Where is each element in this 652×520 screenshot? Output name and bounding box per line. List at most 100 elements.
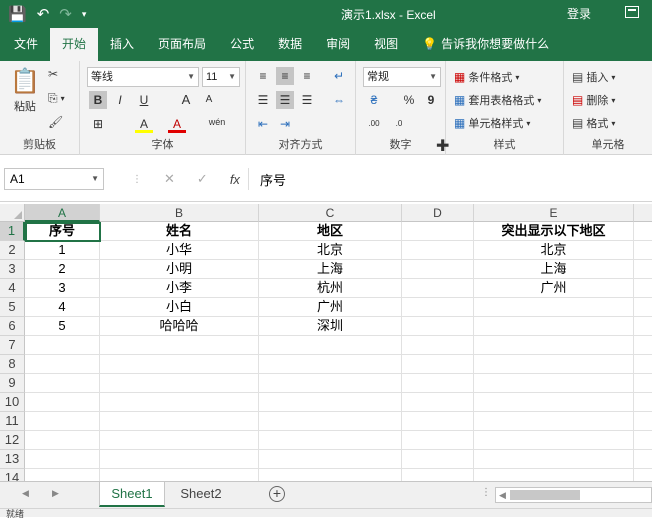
decrease-decimal-icon[interactable]: .0 [390,115,408,133]
table-cell[interactable] [259,355,402,374]
worksheet-grid[interactable]: A B C D E 1 序号 姓名 地区 突出显示以下地区 2 1 小华 北京 北京 3 2 小明 上海 上海 4 3 小李… [0,204,652,481]
table-cell[interactable] [634,279,652,298]
wrap-text-icon[interactable]: ↵ [330,67,348,85]
table-cell[interactable]: 广州 [474,279,634,298]
enter-icon[interactable]: ✓ [197,171,208,187]
row-header[interactable]: 4 [0,279,25,298]
grow-font-button[interactable]: A [177,91,195,109]
format-painter-icon[interactable]: 🖌 [48,115,63,129]
italic-button[interactable]: I [111,91,129,109]
table-cell[interactable] [25,336,100,355]
accounting-format-icon[interactable]: ₴ [365,91,383,109]
table-cell[interactable]: 5 [25,317,100,336]
select-all-button[interactable] [0,204,25,222]
row-header[interactable]: 13 [0,450,25,469]
table-cell[interactable] [402,393,474,412]
table-cell[interactable] [259,450,402,469]
table-cell[interactable] [474,393,634,412]
insert-cells-button[interactable]: ▤ 插入 ▾ [572,69,615,85]
table-cell[interactable]: 4 [25,298,100,317]
table-cell[interactable] [474,336,634,355]
table-cell[interactable]: 小李 [100,279,259,298]
sheet-tab-sheet1[interactable]: Sheet1 [99,482,165,507]
align-top-icon[interactable]: ≡ [254,67,272,85]
add-sheet-icon[interactable]: + [269,486,285,502]
prev-sheet-icon[interactable]: ◀ [22,488,29,499]
insert-function-button[interactable]: fx [230,172,240,187]
table-cell[interactable] [402,412,474,431]
formula-input[interactable]: 序号 [260,170,286,189]
table-cell[interactable] [634,431,652,450]
paste-button[interactable]: 📋 粘贴 [10,67,40,114]
increase-indent-icon[interactable]: ⇥ [276,115,294,133]
table-cell[interactable] [100,336,259,355]
table-cell[interactable] [634,450,652,469]
cut-icon[interactable]: ✂ [48,67,58,81]
row-header[interactable]: 2 [0,241,25,260]
horizontal-scrollbar[interactable]: ◀ [495,487,652,503]
number-format-select[interactable]: 常规 ▼ [363,67,441,87]
table-cell[interactable]: 2 [25,260,100,279]
login-link[interactable]: 登录 [567,5,591,22]
font-name-select[interactable]: 等线 ▼ [87,67,199,87]
table-cell[interactable] [259,393,402,412]
table-cell[interactable]: 突出显示以下地区 [474,222,634,241]
table-cell[interactable] [100,374,259,393]
table-cell[interactable] [474,298,634,317]
align-middle-icon[interactable]: ≡ [276,67,294,85]
table-cell[interactable] [634,241,652,260]
table-cell[interactable]: 小白 [100,298,259,317]
scroll-left-icon[interactable]: ◀ [499,490,506,501]
name-box[interactable]: A1 ▼ [4,168,104,190]
table-cell[interactable] [402,317,474,336]
tab-page-layout[interactable]: 页面布局 [146,28,218,61]
table-cell[interactable] [474,355,634,374]
tab-data[interactable]: 数据 [266,28,314,61]
row-header[interactable]: 7 [0,336,25,355]
scrollbar-thumb[interactable] [510,490,580,500]
conditional-format-button[interactable]: ▦ 条件格式 ▾ [454,69,519,85]
table-cell[interactable] [25,412,100,431]
shrink-font-button[interactable]: A [200,91,218,109]
tab-review[interactable]: 审阅 [314,28,362,61]
tab-view[interactable]: 视图 [362,28,410,61]
table-cell[interactable]: 广州 [259,298,402,317]
table-cell[interactable]: 小华 [100,241,259,260]
table-cell[interactable] [474,317,634,336]
table-cell[interactable] [259,431,402,450]
table-cell[interactable]: 3 [25,279,100,298]
table-cell[interactable]: 小明 [100,260,259,279]
underline-button[interactable]: U [135,91,153,109]
column-header-d[interactable]: D [402,204,474,222]
table-cell[interactable]: 地区 [259,222,402,241]
table-cell[interactable] [634,222,652,241]
table-cell[interactable]: 上海 [474,260,634,279]
save-icon[interactable]: 💾 [8,5,27,23]
row-header[interactable]: 14 [0,469,25,481]
table-cell[interactable] [100,431,259,450]
redo-icon[interactable]: ↷ [59,5,72,23]
table-cell[interactable] [402,336,474,355]
table-cell[interactable] [634,412,652,431]
table-cell[interactable] [100,355,259,374]
column-header-a[interactable]: A [25,204,100,222]
table-cell[interactable]: 哈哈哈 [100,317,259,336]
font-size-select[interactable]: 11 ▼ [202,67,240,87]
align-right-icon[interactable]: ☰ [298,91,316,109]
font-color-button[interactable]: A [168,115,186,133]
align-bottom-icon[interactable]: ≡ [298,67,316,85]
table-cell[interactable] [634,260,652,279]
table-cell[interactable] [100,450,259,469]
format-cells-button[interactable]: ▤ 格式 ▾ [572,115,615,131]
column-header-b[interactable]: B [100,204,259,222]
bold-button[interactable]: B [89,91,107,109]
copy-icon[interactable]: ⎘ ▾ [48,91,65,106]
table-cell[interactable] [259,469,402,481]
merge-center-icon[interactable]: ⇔ [330,91,348,109]
table-cell[interactable] [259,336,402,355]
tell-me-box[interactable]: 💡 告诉我你想要做什么 [410,28,561,61]
table-cell[interactable] [474,450,634,469]
table-cell[interactable] [402,374,474,393]
table-cell[interactable] [634,298,652,317]
next-sheet-icon[interactable]: ▶ [52,488,59,499]
